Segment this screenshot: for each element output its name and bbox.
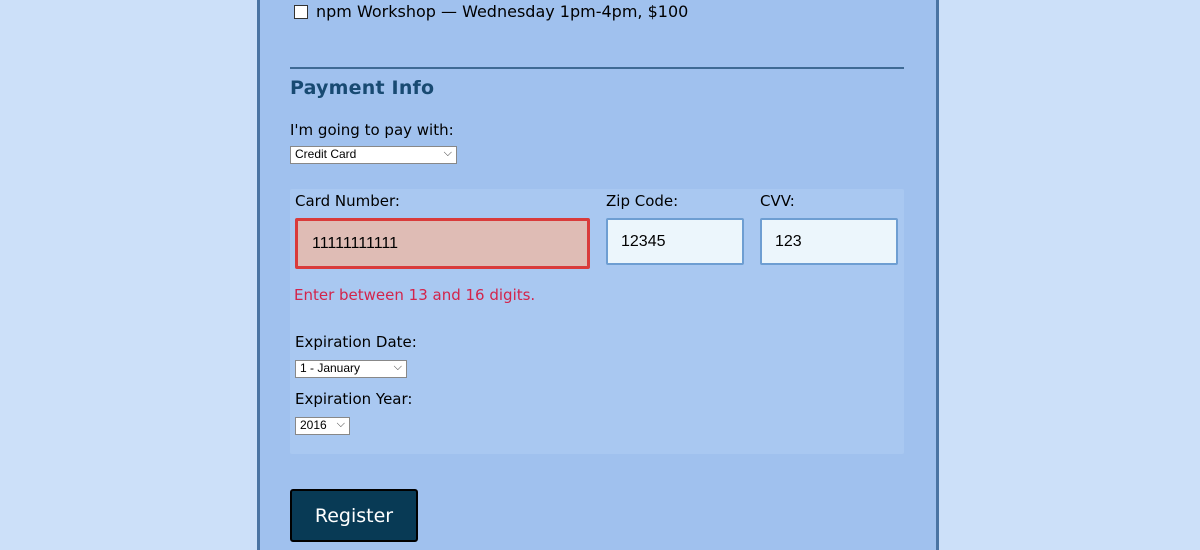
section-divider [290, 67, 904, 69]
expiration-date-label: Expiration Date: [295, 333, 417, 351]
payment-info-heading: Payment Info [290, 77, 435, 99]
zip-code-label: Zip Code: [606, 192, 679, 210]
expiration-year-value: 2016 [300, 418, 327, 432]
activity-npm-workshop[interactable]: npm Workshop — Wednesday 1pm-4pm, $100 [294, 2, 688, 21]
card-number-value: 11111111111 [312, 234, 399, 252]
cvv-input[interactable]: 123 [760, 218, 898, 265]
chevron-down-icon: ⌵ [393, 361, 402, 373]
card-number-input[interactable]: 11111111111 [295, 218, 590, 269]
cvv-label: CVV: [760, 192, 795, 210]
expiration-month-select[interactable]: 1 - January ⌵ [295, 360, 407, 378]
npm-workshop-checkbox[interactable] [294, 4, 308, 19]
zip-code-input[interactable]: 12345 [606, 218, 744, 265]
payment-method-select[interactable]: Credit Card ⌵ [290, 146, 457, 164]
pay-with-label: I'm going to pay with: [290, 121, 454, 139]
expiration-month-value: 1 - January [300, 361, 361, 375]
chevron-down-icon: ⌵ [336, 418, 345, 430]
chevron-down-icon: ⌵ [443, 147, 452, 159]
page: npm Workshop — Wednesday 1pm-4pm, $100 P… [0, 0, 1200, 550]
cvv-value: 123 [775, 232, 802, 250]
register-button[interactable]: Register [290, 489, 418, 542]
card-number-label: Card Number: [295, 192, 400, 210]
npm-workshop-label: npm Workshop — Wednesday 1pm-4pm, $100 [316, 2, 689, 21]
card-number-error: Enter between 13 and 16 digits. [294, 286, 536, 304]
payment-method-value: Credit Card [295, 147, 357, 161]
expiration-year-label: Expiration Year: [295, 390, 413, 408]
expiration-year-select[interactable]: 2016 ⌵ [295, 417, 350, 435]
zip-code-value: 12345 [621, 232, 666, 250]
